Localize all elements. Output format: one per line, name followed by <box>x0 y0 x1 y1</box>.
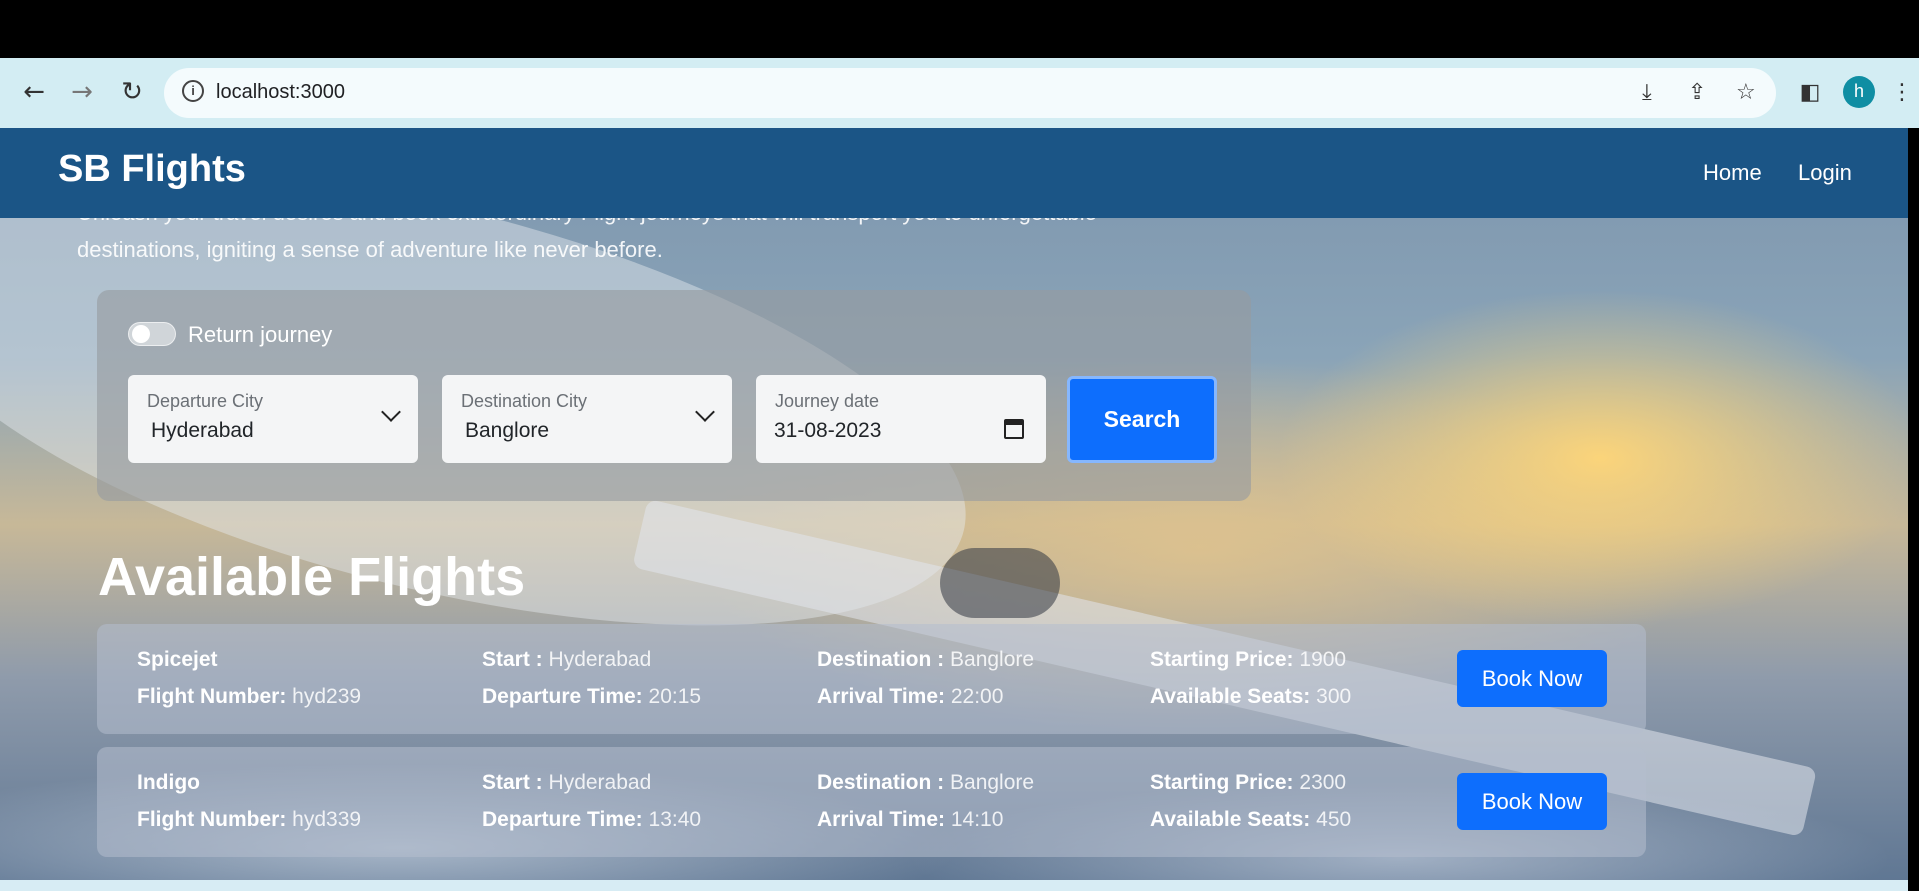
side-panel-icon[interactable]: ◧ <box>1794 76 1826 108</box>
departure-col: Start : Hyderabad Departure Time: 13:40 <box>482 764 701 838</box>
flight-number-label: Flight Number: <box>137 685 287 708</box>
flight-number-value: hyd239 <box>292 685 362 708</box>
profile-avatar[interactable]: h <box>1843 76 1875 108</box>
arrival-time-label: Arrival Time: <box>817 808 945 831</box>
back-arrow-icon[interactable]: ← <box>18 76 50 108</box>
departure-time-label: Departure Time: <box>482 685 643 708</box>
start-value: Hyderabad <box>548 648 652 671</box>
nav-link-login[interactable]: Login <box>1798 160 1852 186</box>
arrival-col: Destination : Banglore Arrival Time: 22:… <box>817 641 1034 715</box>
menu-kebab-icon[interactable]: ⋮ <box>1891 76 1913 108</box>
nav-link-home[interactable]: Home <box>1703 160 1762 186</box>
start-label: Start : <box>482 771 543 794</box>
return-journey-toggle[interactable] <box>128 322 176 346</box>
departure-city-select[interactable]: Departure City Hyderabad <box>128 375 418 463</box>
available-seats-value: 450 <box>1316 808 1352 831</box>
install-app-icon[interactable]: ⤓ <box>1642 80 1652 105</box>
tagline-line-2: destinations, igniting a sense of advent… <box>77 237 663 262</box>
chevron-down-icon <box>695 402 715 422</box>
page-content: SB Flights Home Login Unleash your trave… <box>0 128 1908 891</box>
reload-icon[interactable]: ↻ <box>116 76 148 108</box>
destination-label: Destination : <box>817 648 945 671</box>
toggle-knob <box>132 325 150 343</box>
departure-col: Start : Hyderabad Departure Time: 20:15 <box>482 641 701 715</box>
address-bar[interactable]: i localhost:3000 ⤓ ⇪ ☆ <box>164 68 1776 118</box>
airline-name: Indigo <box>137 771 200 794</box>
share-icon[interactable]: ⇪ <box>1688 80 1706 105</box>
screen: ← → ↻ i localhost:3000 ⤓ ⇪ ☆ ◧ h ⋮ SB Fl… <box>0 0 1919 891</box>
destination-label: Destination : <box>817 771 945 794</box>
arrival-time-value: 22:00 <box>950 685 1004 708</box>
chevron-down-icon <box>381 402 401 422</box>
flight-info-col: Indigo Flight Number: hyd339 <box>137 764 361 838</box>
price-col: Starting Price: 1900 Available Seats: 30… <box>1150 641 1351 715</box>
site-navbar: SB Flights Home Login <box>0 128 1908 218</box>
journey-date-label: Journey date <box>775 391 880 411</box>
start-value: Hyderabad <box>548 771 652 794</box>
starting-price-value: 1900 <box>1299 648 1347 671</box>
available-seats-value: 300 <box>1316 685 1352 708</box>
journey-date-value: 31-08-2023 <box>774 419 882 442</box>
departure-city-value: Hyderabad <box>151 419 254 442</box>
url-text: localhost:3000 <box>216 81 345 103</box>
flight-card: Indigo Flight Number: hyd339 Start : Hyd… <box>97 747 1646 857</box>
available-seats-label: Available Seats: <box>1150 808 1311 831</box>
departure-city-label: Departure City <box>147 391 264 411</box>
arrival-time-label: Arrival Time: <box>817 685 945 708</box>
calendar-icon[interactable] <box>1004 419 1024 439</box>
forward-arrow-icon[interactable]: → <box>66 76 98 108</box>
flight-info-col: Spicejet Flight Number: hyd239 <box>137 641 361 715</box>
destination-value: Banglore <box>950 771 1035 794</box>
flight-number-value: hyd339 <box>292 808 362 831</box>
starting-price-label: Starting Price: <box>1150 771 1294 794</box>
search-button[interactable]: Search <box>1067 376 1217 463</box>
departure-time-value: 20:15 <box>648 685 702 708</box>
destination-city-label: Destination City <box>461 391 588 411</box>
bookmark-star-icon[interactable]: ☆ <box>1736 80 1756 105</box>
airline-name: Spicejet <box>137 648 218 671</box>
return-journey-label: Return journey <box>188 322 333 347</box>
arrival-time-value: 14:10 <box>950 808 1004 831</box>
starting-price-value: 2300 <box>1299 771 1347 794</box>
starting-price-label: Starting Price: <box>1150 648 1294 671</box>
page-bottom-edge <box>0 880 1908 891</box>
background-engine <box>940 548 1060 618</box>
destination-city-value: Banglore <box>465 419 550 442</box>
search-panel: Return journey Departure City Hyderabad … <box>97 290 1251 501</box>
book-now-button[interactable]: Book Now <box>1457 773 1607 830</box>
price-col: Starting Price: 2300 Available Seats: 45… <box>1150 764 1351 838</box>
flight-card: Spicejet Flight Number: hyd239 Start : H… <box>97 624 1646 734</box>
start-label: Start : <box>482 648 543 671</box>
available-flights-title: Available Flights <box>98 547 526 607</box>
available-seats-label: Available Seats: <box>1150 685 1311 708</box>
site-info-icon[interactable]: i <box>182 80 204 102</box>
book-now-button[interactable]: Book Now <box>1457 650 1607 707</box>
destination-city-select[interactable]: Destination City Banglore <box>442 375 732 463</box>
brand-logo[interactable]: SB Flights <box>58 148 246 191</box>
journey-date-input[interactable]: Journey date 31-08-2023 <box>756 375 1046 463</box>
arrival-col: Destination : Banglore Arrival Time: 14:… <box>817 764 1034 838</box>
departure-time-label: Departure Time: <box>482 808 643 831</box>
departure-time-value: 13:40 <box>648 808 702 831</box>
destination-value: Banglore <box>950 648 1035 671</box>
browser-toolbar: ← → ↻ i localhost:3000 ⤓ ⇪ ☆ ◧ h ⋮ <box>0 58 1919 128</box>
flight-number-label: Flight Number: <box>137 808 287 831</box>
